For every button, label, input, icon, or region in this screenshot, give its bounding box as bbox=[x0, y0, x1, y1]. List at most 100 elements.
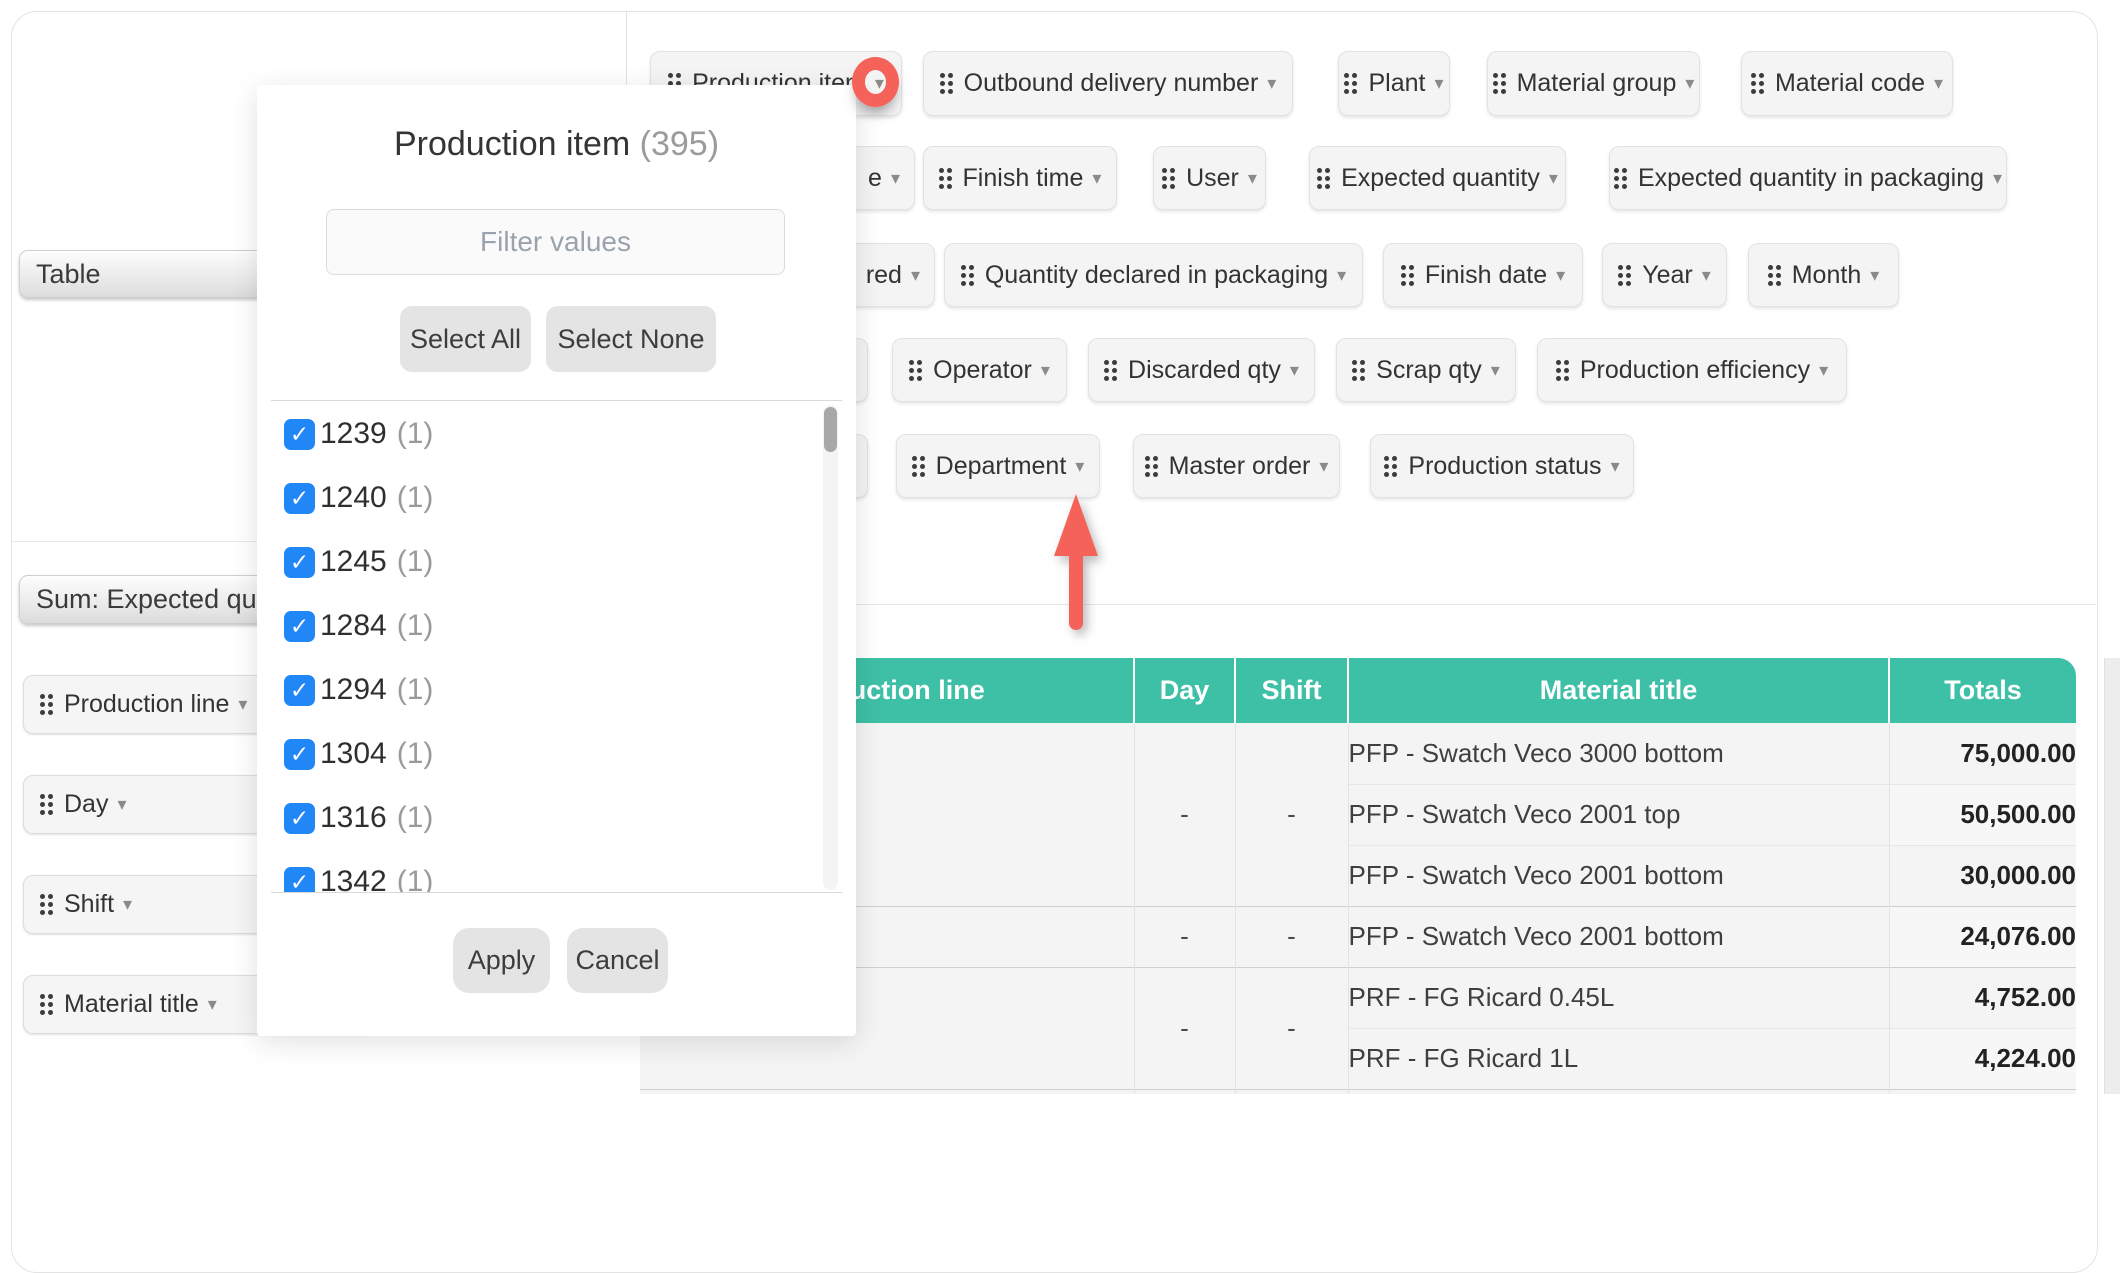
field-finish-date[interactable]: Finish date bbox=[1383, 243, 1583, 307]
view-type-table-label: Table bbox=[36, 259, 101, 290]
drag-handle-icon bbox=[912, 456, 925, 477]
field-quantity-declared-in-packaging[interactable]: Quantity declared in packaging bbox=[944, 243, 1363, 307]
drag-handle-icon bbox=[1145, 456, 1158, 477]
cell-total: 4,224.00 bbox=[1889, 1028, 2076, 1089]
item-label: 1316 bbox=[320, 801, 387, 835]
filter-list-item[interactable]: 1316 (1) bbox=[284, 797, 433, 839]
chevron-down-icon bbox=[1075, 456, 1084, 477]
field-label: Material code bbox=[1775, 69, 1925, 98]
filter-list-item[interactable]: 1240 (1) bbox=[284, 477, 433, 519]
chevron-down-icon bbox=[911, 265, 920, 286]
chevron-down-icon bbox=[1685, 73, 1694, 94]
item-count: (1) bbox=[397, 865, 434, 892]
table-scrollbar-track[interactable] bbox=[2104, 658, 2120, 1094]
filter-list-item[interactable]: 1239 (1) bbox=[284, 413, 433, 455]
arrow-shaft bbox=[1069, 552, 1083, 630]
field-department[interactable]: Department bbox=[896, 434, 1100, 498]
chevron-down-icon bbox=[1993, 168, 2002, 189]
item-count: (1) bbox=[397, 417, 434, 451]
row-field-label: Day bbox=[64, 790, 108, 819]
checkbox-checked-icon[interactable] bbox=[284, 739, 315, 770]
list-scrollbar-thumb[interactable] bbox=[824, 407, 837, 452]
checkbox-checked-icon[interactable] bbox=[284, 547, 315, 578]
item-count: (1) bbox=[397, 545, 434, 579]
checkbox-checked-icon[interactable] bbox=[284, 419, 315, 450]
filter-popup: Production item (395) Select All Select … bbox=[257, 85, 856, 1036]
checkbox-checked-icon[interactable] bbox=[284, 483, 315, 514]
drag-handle-icon bbox=[909, 360, 922, 381]
filter-list-item[interactable]: 1304 (1) bbox=[284, 733, 433, 775]
field-label: Quantity declared in packaging bbox=[985, 261, 1328, 290]
cancel-button[interactable]: Cancel bbox=[567, 928, 668, 993]
drag-handle-icon bbox=[1344, 73, 1357, 94]
checkbox-checked-icon[interactable] bbox=[284, 803, 315, 834]
field-expected-quantity-in-packaging[interactable]: Expected quantity in packaging bbox=[1609, 146, 2007, 210]
field-label: Expected quantity in packaging bbox=[1638, 164, 1984, 193]
filter-list-item[interactable]: 1245 (1) bbox=[284, 541, 433, 583]
drag-handle-icon bbox=[1401, 265, 1414, 286]
field-material-code[interactable]: Material code bbox=[1741, 51, 1953, 116]
drag-handle-icon bbox=[1104, 360, 1117, 381]
drag-handle-icon bbox=[1384, 456, 1397, 477]
apply-button[interactable]: Apply bbox=[453, 928, 550, 993]
select-none-button[interactable]: Select None bbox=[546, 306, 716, 372]
checkbox-checked-icon[interactable] bbox=[284, 675, 315, 706]
field-scrap-qty[interactable]: Scrap qty bbox=[1336, 338, 1516, 402]
annotation-red-arrow-up bbox=[1054, 494, 1098, 634]
field-production-efficiency[interactable]: Production efficiency bbox=[1537, 338, 1847, 402]
list-scrollbar-track[interactable] bbox=[823, 405, 838, 890]
cell-day: - bbox=[1134, 906, 1235, 967]
drag-handle-icon bbox=[1614, 168, 1627, 189]
field-month[interactable]: Month bbox=[1748, 243, 1899, 307]
filter-list-item[interactable]: 1284 (1) bbox=[284, 605, 433, 647]
field-material-group[interactable]: Material group bbox=[1487, 51, 1700, 116]
field-label: Scrap qty bbox=[1376, 356, 1482, 385]
field-label: Master order bbox=[1169, 452, 1311, 481]
drag-handle-icon bbox=[1556, 360, 1569, 381]
chevron-down-icon bbox=[1556, 265, 1565, 286]
chevron-down-icon bbox=[1267, 73, 1276, 94]
checkbox-checked-icon[interactable] bbox=[284, 611, 315, 642]
chevron-down-icon bbox=[208, 994, 217, 1015]
filter-values-list: 1239 (1) 1240 (1) 1245 (1) 1284 (1) 1294… bbox=[257, 403, 856, 892]
cell-material-title: PFP - Swatch Veco 2001 bottom bbox=[1348, 845, 1889, 906]
field-operator[interactable]: Operator bbox=[892, 338, 1067, 402]
table-row bbox=[640, 1089, 2076, 1094]
item-label: 1294 bbox=[320, 673, 387, 707]
field-label: Discarded qty bbox=[1128, 356, 1281, 385]
item-label: 1284 bbox=[320, 609, 387, 643]
field-finish-time[interactable]: Finish time bbox=[923, 146, 1117, 210]
field-user[interactable]: User bbox=[1153, 146, 1266, 210]
item-label: 1342 bbox=[320, 865, 387, 892]
field-expected-quantity[interactable]: Expected quantity bbox=[1309, 146, 1566, 210]
cell-shift: - bbox=[1235, 723, 1348, 906]
apply-label: Apply bbox=[468, 945, 536, 976]
field-master-order[interactable]: Master order bbox=[1133, 434, 1340, 498]
header-shift: Shift bbox=[1235, 658, 1348, 723]
select-all-label: Select All bbox=[410, 324, 521, 355]
select-all-button[interactable]: Select All bbox=[400, 306, 531, 372]
filter-values-input[interactable] bbox=[326, 209, 785, 275]
filter-list-item[interactable]: 1342 (1) bbox=[284, 861, 433, 892]
field-label: Year bbox=[1642, 261, 1693, 290]
cell-day: - bbox=[1134, 967, 1235, 1089]
field-production-status[interactable]: Production status bbox=[1370, 434, 1634, 498]
field-outbound-delivery-number[interactable]: Outbound delivery number bbox=[923, 51, 1293, 116]
cell-total: 75,000.00 bbox=[1889, 723, 2076, 784]
checkbox-checked-icon[interactable] bbox=[284, 867, 315, 893]
annotation-red-circle bbox=[852, 57, 899, 107]
chevron-down-icon bbox=[123, 894, 132, 915]
drag-handle-icon bbox=[1493, 73, 1506, 94]
row-field-label: Shift bbox=[64, 890, 114, 919]
field-plant[interactable]: Plant bbox=[1338, 51, 1450, 116]
field-year[interactable]: Year bbox=[1602, 243, 1727, 307]
filter-value-count: (395) bbox=[640, 125, 719, 163]
field-discarded-qty[interactable]: Discarded qty bbox=[1088, 338, 1315, 402]
field-label: Material group bbox=[1517, 69, 1677, 98]
item-count: (1) bbox=[397, 673, 434, 707]
field-label: red bbox=[866, 261, 902, 290]
cell-total: 50,500.00 bbox=[1889, 784, 2076, 845]
chevron-down-icon bbox=[1319, 456, 1328, 477]
item-label: 1239 bbox=[320, 417, 387, 451]
filter-list-item[interactable]: 1294 (1) bbox=[284, 669, 433, 711]
